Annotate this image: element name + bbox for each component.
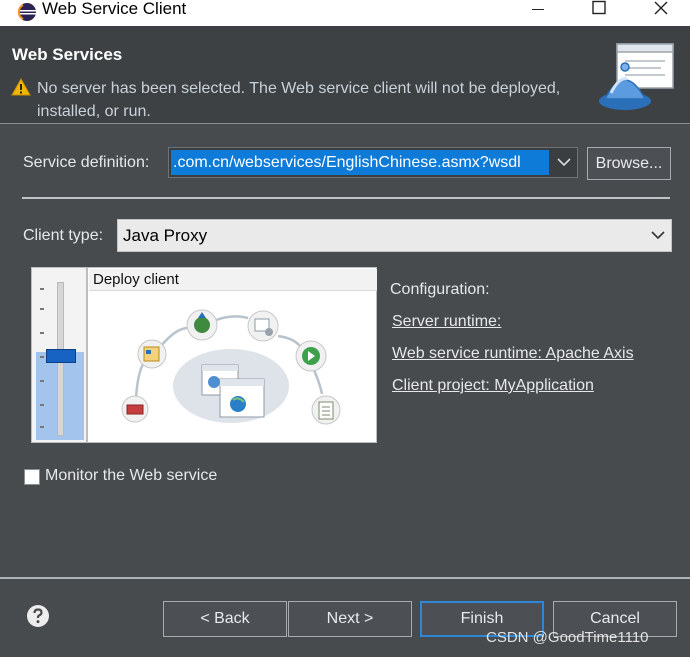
- next-button[interactable]: Next >: [288, 601, 412, 637]
- chevron-down-icon: [651, 231, 665, 240]
- slider-tick: [40, 332, 44, 334]
- web-service-runtime-link[interactable]: Web service runtime: Apache Axis: [392, 345, 634, 363]
- wizard-dialog: Web Services No server has been selected…: [0, 26, 690, 657]
- footer-separator: [0, 577, 690, 579]
- window-title: Web Service Client: [42, 0, 187, 18]
- back-button[interactable]: < Back: [163, 601, 287, 637]
- client-type-combo[interactable]: Java Proxy: [117, 219, 672, 252]
- deploy-slider[interactable]: [31, 267, 87, 443]
- slider-tick: [40, 308, 44, 310]
- header-title: Web Services: [12, 45, 123, 64]
- section-separator: [22, 197, 670, 199]
- configuration-title: Configuration:: [390, 281, 490, 298]
- title-bar: Web Service Client: [0, 0, 690, 26]
- web-services-wizard-icon: [599, 43, 674, 110]
- slider-tick: [40, 288, 44, 290]
- service-definition-combo[interactable]: .com.cn/webservices/EnglishChinese.asmx?…: [168, 147, 578, 178]
- server-runtime-link[interactable]: Server runtime:: [392, 313, 501, 331]
- maximize-icon: [592, 0, 606, 15]
- minimize-button[interactable]: [518, 0, 558, 22]
- monitor-checkbox[interactable]: [24, 469, 40, 485]
- eclipse-icon: [17, 3, 36, 21]
- client-project-link[interactable]: Client project: MyApplication: [392, 377, 594, 395]
- client-type-label: Client type:: [23, 227, 104, 244]
- slider-tick: [40, 426, 44, 428]
- header-message: No server has been selected. The Web ser…: [37, 80, 561, 120]
- client-type-value: Java Proxy: [123, 226, 208, 245]
- close-icon: [654, 1, 668, 15]
- slider-tick: [40, 404, 44, 406]
- slider-thumb[interactable]: [46, 349, 76, 363]
- watermark: CSDN @GoodTime1110: [486, 629, 649, 646]
- deploy-cycle-illustration: [121, 309, 341, 425]
- maximize-button[interactable]: [579, 0, 619, 22]
- browse-button[interactable]: Browse...: [587, 147, 671, 180]
- minimize-icon: [532, 9, 544, 10]
- help-icon[interactable]: [26, 604, 50, 628]
- monitor-label[interactable]: Monitor the Web service: [45, 467, 217, 485]
- chevron-down-icon[interactable]: [557, 157, 571, 167]
- service-definition-label: Service definition:: [23, 154, 150, 171]
- wizard-header: Web Services No server has been selected…: [0, 26, 690, 124]
- close-button[interactable]: [641, 0, 681, 22]
- slider-tick: [40, 356, 44, 358]
- service-definition-value[interactable]: .com.cn/webservices/EnglishChinese.asmx?…: [171, 150, 549, 175]
- deploy-illustration-panel: Deploy client: [87, 267, 377, 443]
- slider-tick: [40, 380, 44, 382]
- deploy-level-label: Deploy client: [89, 269, 377, 291]
- warning-icon: [11, 78, 31, 96]
